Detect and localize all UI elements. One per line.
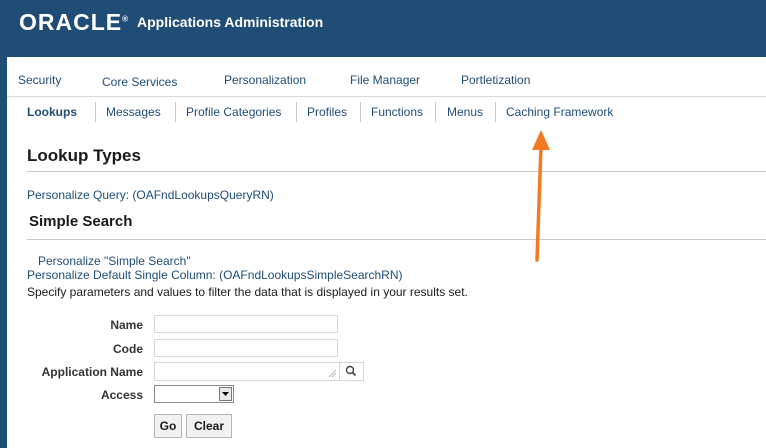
annotation-arrow-icon [532, 130, 550, 262]
